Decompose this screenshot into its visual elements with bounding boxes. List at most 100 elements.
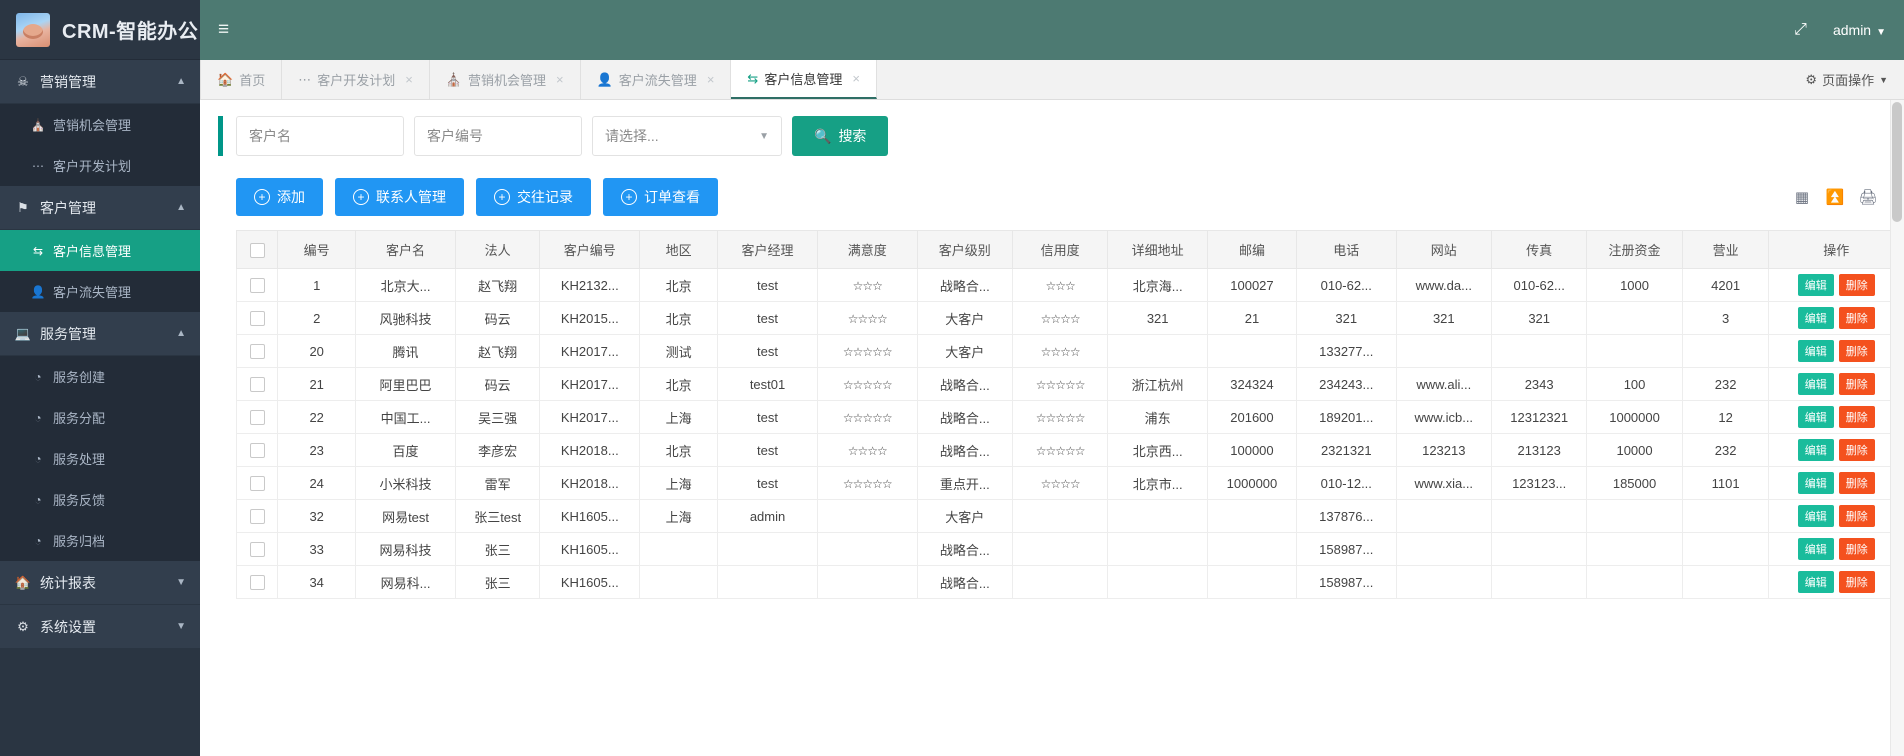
delete-button[interactable]: 删除 [1838,406,1875,428]
vertical-scrollbar[interactable] [1890,100,1904,756]
delete-button[interactable]: 删除 [1838,571,1875,593]
print-icon[interactable]: 🖨 [1856,186,1880,208]
sidebar-item-服务反馈[interactable]: ◔ 服务反馈 [0,479,200,520]
customer-level-select[interactable]: 请选择... ▼ [592,116,782,156]
row-checkbox[interactable] [249,344,265,360]
sidebar-item-服务分配[interactable]: ◔ 服务分配 [0,397,200,438]
customer-code-input[interactable] [414,116,582,156]
close-icon[interactable]: × [707,72,715,87]
sidebar-group-3: 🏠 统计报表 ▼ [0,561,200,605]
cell-legal: 码云 [454,301,541,335]
row-checkbox[interactable] [249,476,265,492]
delete-button[interactable]: 删除 [1838,307,1875,329]
table-row[interactable]: 32 网易test 张三test KH1605... 上海 admin 大客户 137876.… [235,499,1904,533]
sidebar-item-客户信息管理[interactable]: ⇆ 客户信息管理 [0,230,200,271]
close-icon[interactable]: × [556,72,564,87]
sidebar-item-营销机会管理[interactable]: ⛪ 营销机会管理 [0,104,200,145]
home-chart-icon: 🏠 [14,574,32,590]
edit-button[interactable]: 编辑 [1797,571,1834,593]
sidebar-group-header-3[interactable]: 🏠 统计报表 ▼ [0,561,200,605]
sidebar-item-服务处理[interactable]: ◔ 服务处理 [0,438,200,479]
edit-button[interactable]: 编辑 [1797,538,1834,560]
edit-button[interactable]: 编辑 [1797,406,1834,428]
toolbar-button-添加[interactable]: + 添加 [236,178,323,216]
table-row[interactable]: 1 北京大... 赵飞翔 KH2132... 北京 test ☆☆☆ 战略合... ☆☆☆ 北京海… [235,268,1904,302]
close-icon[interactable]: × [405,72,413,87]
cell-ops: 编辑 删除 [1768,334,1904,368]
page-operations-button[interactable]: ⚙ 页面操作 ▼ [1789,60,1904,99]
tab-客户流失管理[interactable]: 👤 客户流失管理 × [580,60,732,99]
sidebar-item-服务创建[interactable]: ◔ 服务创建 [0,356,200,397]
customer-name-input[interactable] [236,116,404,156]
cell-check [235,565,279,599]
tab-客户开发计划[interactable]: ⋯ 客户开发计划 × [282,60,430,99]
delete-button[interactable]: 删除 [1838,538,1875,560]
table-row[interactable]: 24 小米科技 雷军 KH2018... 上海 test ☆☆☆☆☆ 重点开... ☆☆☆☆ 北京… [235,466,1904,500]
table-row[interactable]: 23 百度 李彦宏 KH2018... 北京 test ☆☆☆☆ 战略合... ☆☆☆☆☆ 北京西… [235,433,1904,467]
delete-button[interactable]: 删除 [1838,472,1875,494]
cell-code: KH2018... [539,433,641,467]
table-row[interactable]: 22 中国工... 吴三强 KH2017... 上海 test ☆☆☆☆☆ 战略合... ☆☆☆… [235,400,1904,434]
tab-营销机会管理[interactable]: ⛪ 营销机会管理 × [429,60,581,99]
edit-button[interactable]: 编辑 [1797,505,1834,527]
cell-area: 北京 [639,268,719,302]
select-all-checkbox[interactable] [249,242,265,258]
row-checkbox[interactable] [249,443,265,459]
table-row[interactable]: 21 阿里巴巴 码云 KH2017... 北京 test01 ☆☆☆☆☆ 战略合... ☆☆☆☆… [235,367,1904,401]
cell-fax: 010-62... [1490,268,1588,302]
fullscreen-icon[interactable]: ⤢ [1794,21,1807,39]
edit-button[interactable]: 编辑 [1797,472,1834,494]
row-checkbox[interactable] [249,311,265,327]
delete-button[interactable]: 删除 [1838,373,1875,395]
export-icon[interactable]: ⏫ [1823,186,1847,208]
delete-button[interactable]: 删除 [1838,439,1875,461]
toolbar-button-订单查看[interactable]: + 订单查看 [603,178,718,216]
rating-stars: ☆☆☆☆☆ [842,377,893,392]
toolbar-button-交往记录[interactable]: + 交往记录 [476,178,591,216]
cell-satisfaction: ☆☆☆☆ [816,433,918,467]
column-header-fax: 传真 [1490,230,1588,269]
row-checkbox[interactable] [249,509,265,525]
edit-button[interactable]: 编辑 [1797,340,1834,362]
sidebar-group-0: ☠ 营销管理 ▲ ⛪ 营销机会管理 ⋯ 客户开发计划 [0,60,200,186]
row-checkbox[interactable] [249,278,265,294]
cell-zip: 201600 [1207,400,1297,434]
search-button[interactable]: 🔍 搜索 [792,116,889,156]
row-checkbox[interactable] [249,410,265,426]
sidebar-group-header-0[interactable]: ☠ 营销管理 ▲ [0,60,200,104]
user-menu[interactable]: admin ▼ [1833,22,1886,38]
sidebar-group-header-2[interactable]: 💻 服务管理 ▲ [0,312,200,356]
table-row[interactable]: 34 网易科... 张三 KH1605... 战略合... 158987... 编辑 删除 [235,565,1904,599]
row-checkbox[interactable] [249,377,265,393]
sidebar-item-客户流失管理[interactable]: 👤 客户流失管理 [0,271,200,312]
scrollbar-thumb[interactable] [1892,102,1902,222]
cell-zip: 100027 [1207,268,1297,302]
sidebar-group-header-1[interactable]: ⚑ 客户管理 ▲ [0,186,200,230]
sidebar-group-header-4[interactable]: ⚙ 系统设置 ▼ [0,605,200,649]
delete-button[interactable]: 删除 [1838,340,1875,362]
row-checkbox[interactable] [249,575,265,591]
tab-首页[interactable]: 🏠 首页 [200,60,283,99]
edit-button[interactable]: 编辑 [1797,307,1834,329]
columns-icon[interactable]: ▦ [1790,186,1814,208]
table-row[interactable]: 33 网易科技 张三 KH1605... 战略合... 158987... 编辑 删除 [235,532,1904,566]
edit-button[interactable]: 编辑 [1797,274,1834,296]
menu-collapse-icon[interactable]: ≡ [218,19,229,41]
column-header-area: 地区 [639,230,719,269]
tab-客户信息管理[interactable]: ⇆ 客户信息管理 × [731,60,877,99]
delete-button[interactable]: 删除 [1838,274,1875,296]
table-row[interactable]: 2 风驰科技 码云 KH2015... 北京 test ☆☆☆☆ 大客户 ☆☆☆☆ 321 21 32… [235,301,1904,335]
exchange-icon: ⇆ [32,243,44,258]
close-icon[interactable]: × [852,71,860,86]
edit-button[interactable]: 编辑 [1797,439,1834,461]
sidebar-item-服务归档[interactable]: ◔ 服务归档 [0,520,200,561]
toolbar-button-联系人管理[interactable]: + 联系人管理 [335,178,464,216]
delete-button[interactable]: 删除 [1838,505,1875,527]
cell-level: 战略合... [916,433,1013,467]
table-row[interactable]: 20 腾讯 赵飞翔 KH2017... 测试 test ☆☆☆☆☆ 大客户 ☆☆☆☆ 133277… [235,334,1904,368]
cell-manager: test01 [717,367,818,401]
cell-manager: admin [717,499,818,533]
sidebar-item-客户开发计划[interactable]: ⋯ 客户开发计划 [0,145,200,186]
row-checkbox[interactable] [249,542,265,558]
edit-button[interactable]: 编辑 [1797,373,1834,395]
